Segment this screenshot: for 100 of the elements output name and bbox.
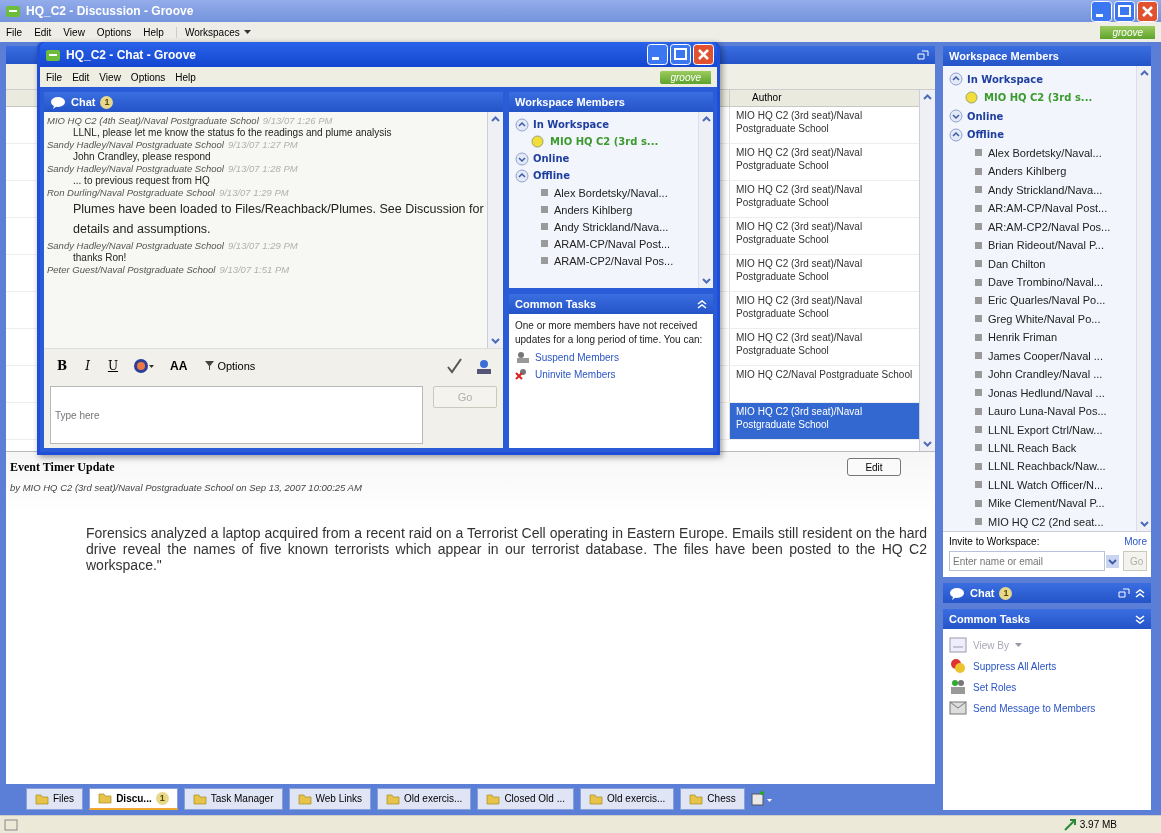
message-text: John Crandley, please respond (72, 151, 212, 162)
member-item[interactable]: Andy Strickland/Nava... (515, 218, 694, 235)
member-item[interactable]: John Crandley/Naval ... (949, 365, 1132, 384)
tab[interactable]: Old exercis... (580, 787, 675, 810)
close-icon[interactable] (693, 44, 714, 65)
member-item[interactable]: Henrik Friman (949, 328, 1132, 347)
window-title: HQ_C2 - Chat - Groove (66, 47, 198, 62)
format-button[interactable]: I (82, 358, 93, 373)
add-tool-icon[interactable] (750, 790, 773, 807)
member-group[interactable]: Offline (949, 125, 1132, 144)
menu-item[interactable]: Options (130, 71, 166, 83)
people-icon (949, 679, 967, 695)
dropdown-icon[interactable] (1106, 554, 1119, 568)
folder-icon (297, 792, 312, 805)
close-icon[interactable] (1137, 0, 1158, 22)
invite-label: Invite to Workspace: (949, 536, 1040, 547)
member-item[interactable]: Andy Strickland/Nava... (949, 180, 1132, 200)
member-item[interactable]: James Cooper/Naval ... (949, 346, 1132, 365)
member-item[interactable]: LLNL Watch Officer/N... (949, 475, 1132, 495)
minimize-icon[interactable] (1091, 0, 1112, 22)
tab[interactable]: Web Links (288, 787, 372, 810)
member-group[interactable]: Online (515, 150, 694, 167)
tab[interactable]: Old exercis... (377, 787, 472, 810)
member-item[interactable]: Anders Kihlberg (949, 162, 1132, 181)
member-item[interactable]: Dave Trombino/Naval... (949, 272, 1132, 292)
presence-dot-icon (531, 135, 544, 148)
menu-item[interactable]: Edit (34, 26, 52, 38)
member-item[interactable]: LLNL Reachback/Naw... (949, 457, 1132, 476)
task-link[interactable]: Send Message to Members (949, 700, 1145, 716)
member-item[interactable]: ARAM-CP/Naval Post... (515, 235, 694, 252)
edit-button[interactable]: Edit (847, 458, 901, 476)
tab[interactable]: Task Manager (183, 787, 283, 810)
maximize-icon[interactable] (670, 44, 691, 65)
message-text: Plumes have been loaded to Files/Reachback/Plumes. See Discussion for details and assumptions. (72, 201, 484, 238)
menu-item[interactable]: Help (175, 71, 196, 83)
collapse-icon[interactable] (1135, 614, 1145, 624)
message-input[interactable]: Type here (50, 386, 423, 444)
font-size-button[interactable]: AA (167, 358, 191, 373)
member-item[interactable]: Anders Kihlberg (515, 201, 694, 218)
member-item[interactable]: AR:AM-CP/Naval Post... (949, 199, 1132, 218)
offline-square-icon (975, 278, 982, 286)
text-color-icon[interactable] (133, 357, 156, 374)
menu-item[interactable]: Help (143, 26, 164, 38)
member-item[interactable]: Mike Clement/Naval P... (949, 494, 1132, 513)
offline-square-icon (975, 462, 982, 470)
member-group[interactable]: In Workspace (949, 70, 1132, 89)
pop-out-icon[interactable] (1118, 588, 1130, 598)
offline-square-icon (541, 206, 548, 213)
window-title: HQ_C2 - Discussion - Groove (26, 4, 195, 18)
member-group[interactable]: Offline (515, 167, 694, 184)
collapse-icon[interactable] (697, 299, 707, 309)
message-text: ... to previous request from HQ (72, 175, 211, 186)
invite-field[interactable]: Enter name or email (949, 551, 1105, 571)
menu-item[interactable]: File (46, 71, 63, 83)
options-button[interactable]: Options (202, 359, 259, 372)
expand-icon[interactable] (1135, 588, 1145, 598)
menu-item[interactable]: File (6, 26, 23, 38)
task-link[interactable]: Set Roles (949, 679, 1145, 695)
spell-check-icon[interactable] (445, 356, 463, 375)
offline-square-icon (541, 257, 548, 264)
maximize-icon[interactable] (1114, 0, 1135, 22)
task-link[interactable]: Suppress All Alerts (949, 658, 1145, 674)
menu-item[interactable]: Edit (72, 71, 90, 83)
member-item[interactable]: AR:AM-CP2/Naval Pos... (949, 217, 1132, 236)
format-button[interactable]: B (54, 358, 71, 373)
member-item[interactable]: Alex Bordetsky/Naval... (949, 143, 1132, 163)
member-item[interactable]: Alex Bordetsky/Naval... (515, 184, 694, 201)
member-item[interactable]: LLNL Export Ctrl/Naw... (949, 420, 1132, 439)
member-group[interactable]: In Workspace (515, 116, 694, 133)
member-item[interactable]: Eric Quarles/Naval Po... (949, 291, 1132, 310)
member-item[interactable]: Jonas Hedlund/Naval ... (949, 383, 1132, 402)
tab[interactable]: Chess (680, 787, 745, 810)
member-item[interactable]: Dan Chilton (949, 254, 1132, 273)
task-link[interactable]: Suspend Members (515, 350, 707, 364)
member-item[interactable]: MIO HQ C2 (2nd seat... (949, 512, 1132, 531)
member-item[interactable]: LLNL Reach Back (949, 438, 1132, 458)
menu-item[interactable]: View (63, 26, 85, 38)
pop-out-icon[interactable] (917, 50, 929, 60)
member-item[interactable]: Greg White/Naval Po... (949, 309, 1132, 329)
member-item[interactable]: ARAM-CP2/Naval Pos... (515, 252, 694, 269)
tab[interactable]: Files (26, 787, 84, 810)
offline-square-icon (975, 389, 982, 397)
tab[interactable]: Discu... 1 (89, 787, 178, 810)
minimize-icon[interactable] (647, 44, 668, 65)
task-link[interactable]: Uninvite Members (515, 367, 707, 381)
entry-body: Forensics analyzed a laptop acquired from a recent raid on a Terrorist Cell operating in Eastern Europe. Emails still resident on the hard drive reveal the names of five known terrorists which appear in our terrorist database. The files have been posted to the HQ C2 workspace." (86, 525, 927, 573)
format-button[interactable]: U (104, 358, 122, 373)
table-cell[interactable]: MIO HQ C2 (3rd seat)/Naval Postgraduate School (729, 403, 919, 439)
member-item[interactable]: Brian Rideout/Naval P... (949, 235, 1132, 255)
member-group[interactable]: Online (949, 106, 1132, 126)
tab[interactable]: Closed Old ... (477, 787, 574, 810)
menu-item[interactable]: Options (96, 26, 132, 38)
member-item[interactable]: Lauro Luna-Naval Pos... (949, 401, 1132, 421)
menu-item[interactable]: View (99, 71, 121, 83)
chat-bar[interactable]: Chat 1 (943, 583, 1151, 603)
expand-icon (949, 109, 963, 124)
workspaces-menu[interactable]: Workspaces (175, 26, 251, 38)
offline-square-icon (975, 241, 982, 249)
unread-badge: 1 (999, 586, 1013, 600)
more-link[interactable]: More (1124, 536, 1147, 547)
